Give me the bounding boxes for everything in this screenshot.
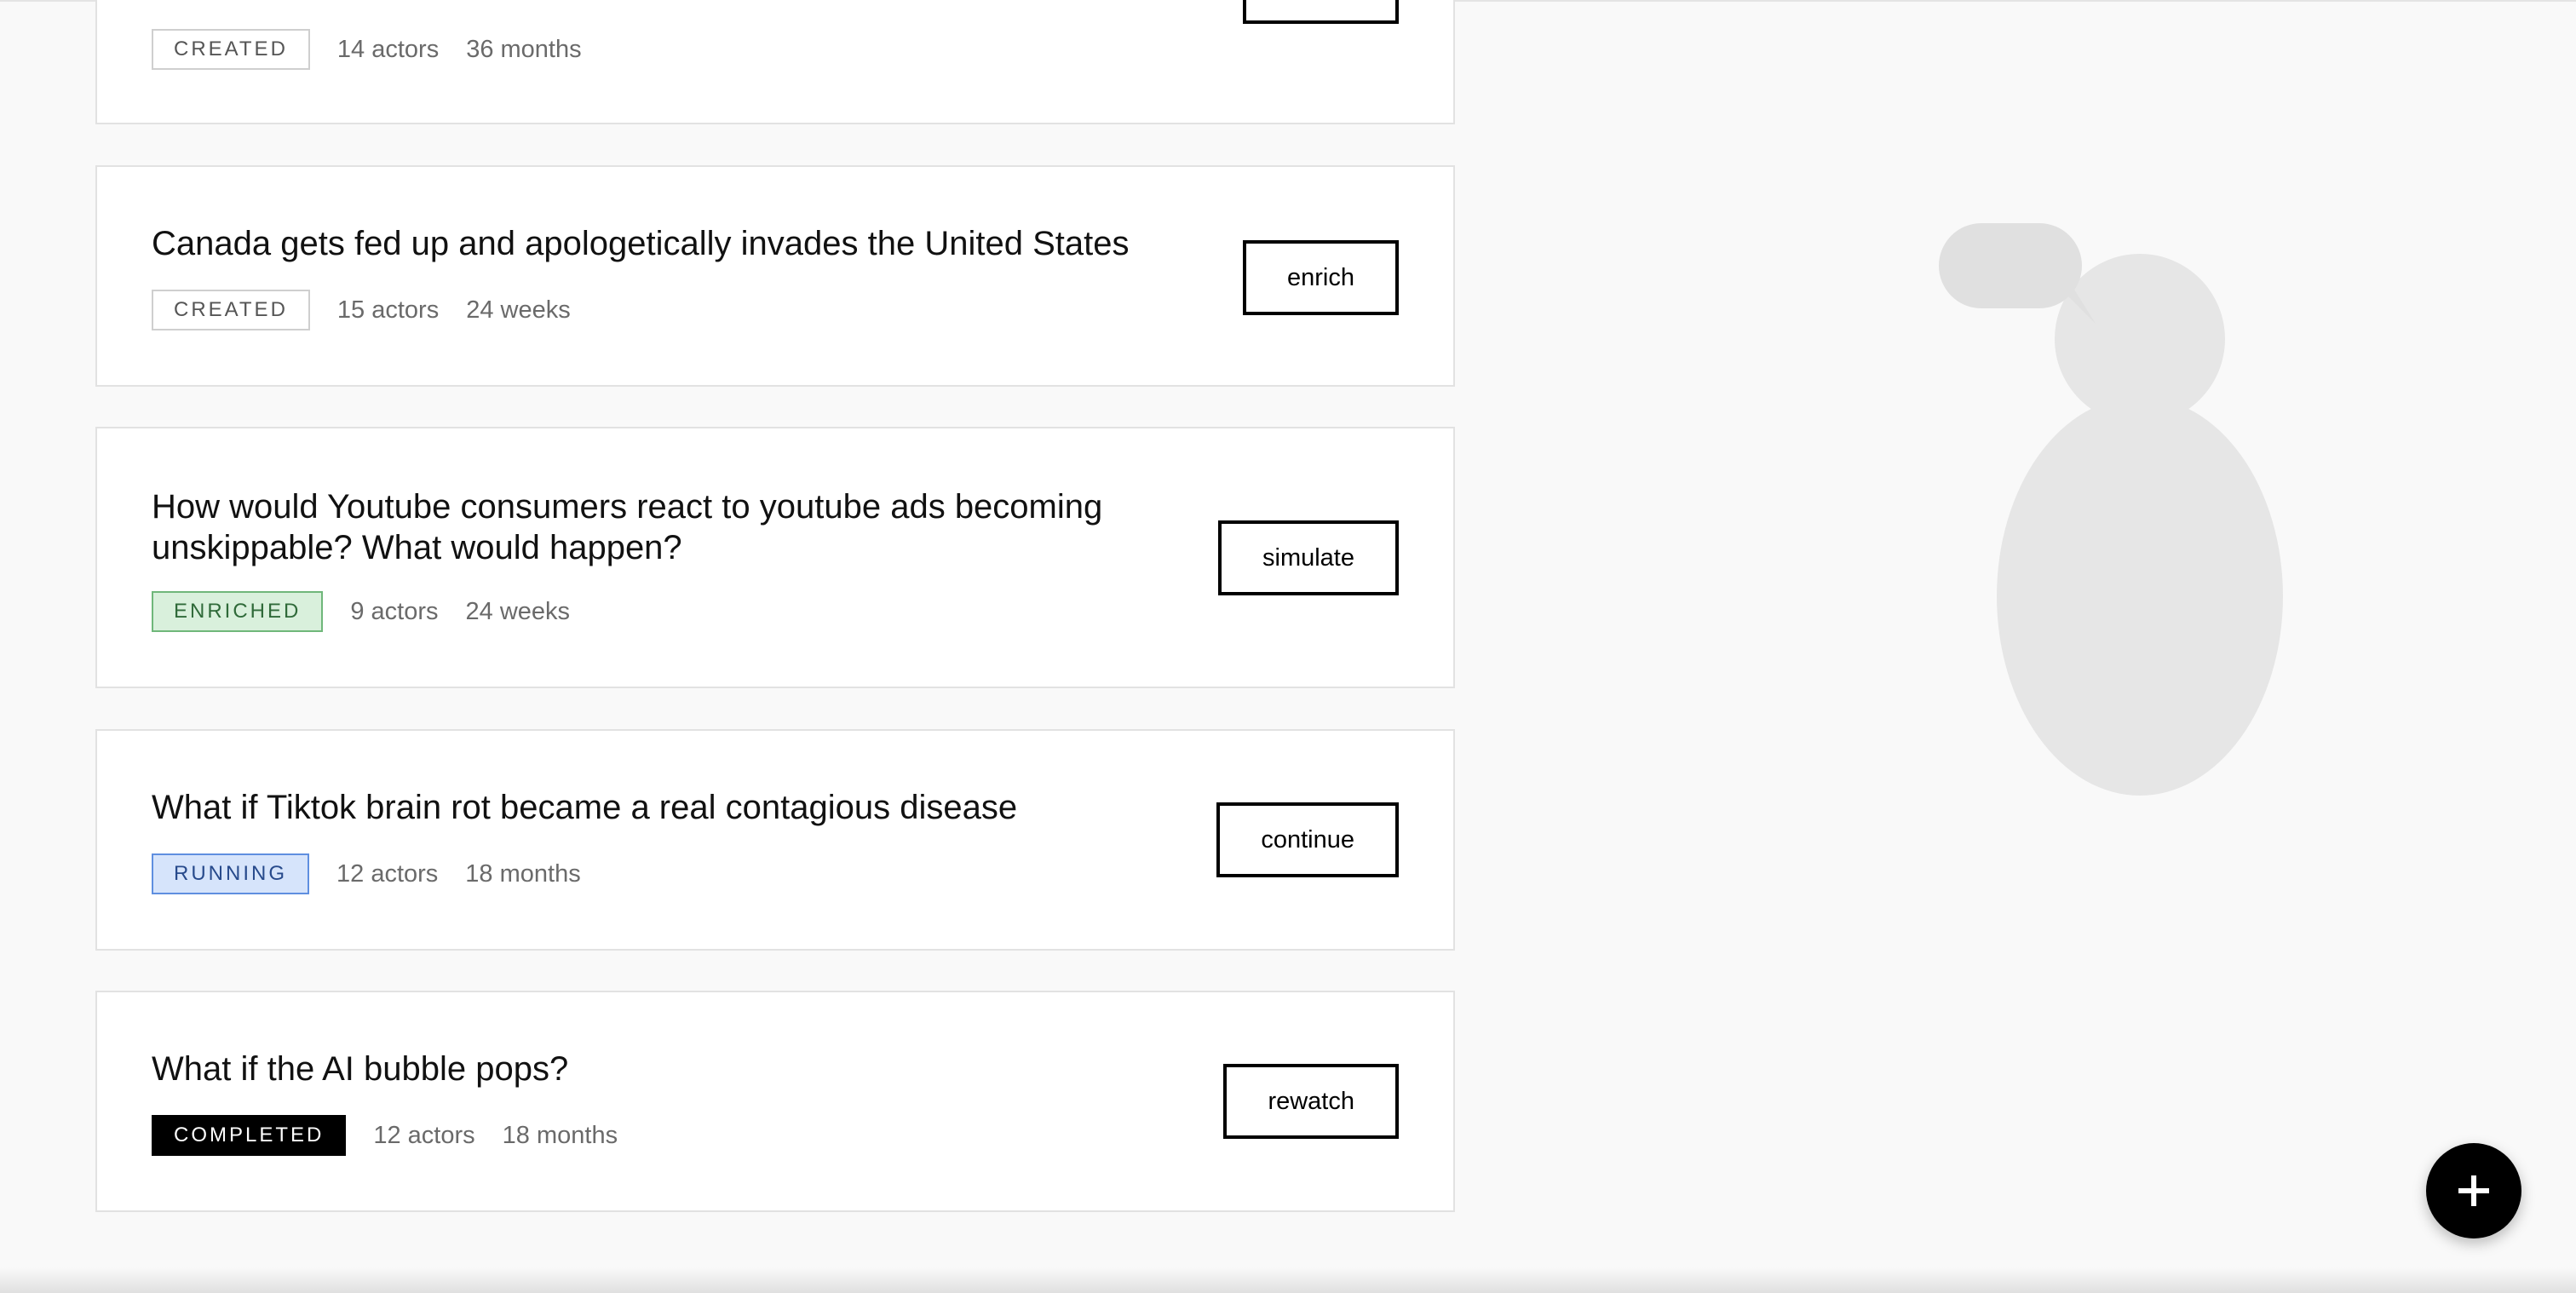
simulation-card[interactable]: Canada gets fed up and apologetically in… [95, 165, 1455, 387]
simulation-card[interactable]: What if the AI bubble pops? COMPLETED 12… [95, 991, 1455, 1212]
enrich-button[interactable]: enrich [1243, 0, 1399, 24]
card-meta: CREATED 15 actors 24 weeks [152, 290, 571, 330]
duration: 36 months [466, 35, 582, 63]
duration: 24 weeks [465, 597, 571, 625]
status-badge: COMPLETED [152, 1115, 347, 1156]
plus-icon [2458, 1175, 2489, 1206]
status-badge: CREATED [152, 290, 310, 330]
actors-count: 9 actors [350, 597, 439, 625]
duration: 18 months [502, 1121, 618, 1149]
card-meta: COMPLETED 12 actors 18 months [152, 1115, 618, 1156]
card-meta: CREATED 14 actors 36 months [152, 29, 582, 70]
rewatch-button[interactable]: rewatch [1223, 1064, 1399, 1139]
enrich-button[interactable]: enrich [1243, 240, 1399, 315]
status-badge: ENRICHED [152, 591, 324, 632]
actors-count: 12 actors [373, 1121, 475, 1149]
window-bottom-edge [0, 1267, 2576, 1293]
actors-count: 15 actors [336, 296, 440, 324]
duration: 24 weeks [466, 296, 571, 324]
duration: 18 months [465, 859, 581, 888]
status-badge: RUNNING [152, 853, 309, 894]
status-badge: CREATED [152, 29, 310, 70]
card-meta: RUNNING 12 actors 18 months [152, 853, 581, 894]
actors-count: 14 actors [336, 35, 440, 63]
card-title: Canada gets fed up and apologetically in… [152, 225, 1130, 262]
card-title: How would Youtube consumers react to you… [152, 488, 1103, 566]
simulation-card[interactable]: CREATED 14 actors 36 months enrich [95, 0, 1455, 124]
simulation-card[interactable]: What if Tiktok brain rot became a real c… [95, 729, 1455, 951]
speech-bubble-figure-illustration [1934, 221, 2291, 801]
card-title: What if Tiktok brain rot became a real c… [152, 789, 1018, 826]
card-title: What if the AI bubble pops? [152, 1050, 569, 1088]
continue-button[interactable]: continue [1216, 802, 1399, 877]
simulation-card[interactable]: How would Youtube consumers react to you… [95, 427, 1455, 688]
actors-count: 12 actors [336, 859, 439, 888]
card-meta: ENRICHED 9 actors 24 weeks [152, 591, 570, 632]
simulate-button[interactable]: simulate [1218, 520, 1399, 595]
add-simulation-button[interactable] [2426, 1143, 2521, 1238]
